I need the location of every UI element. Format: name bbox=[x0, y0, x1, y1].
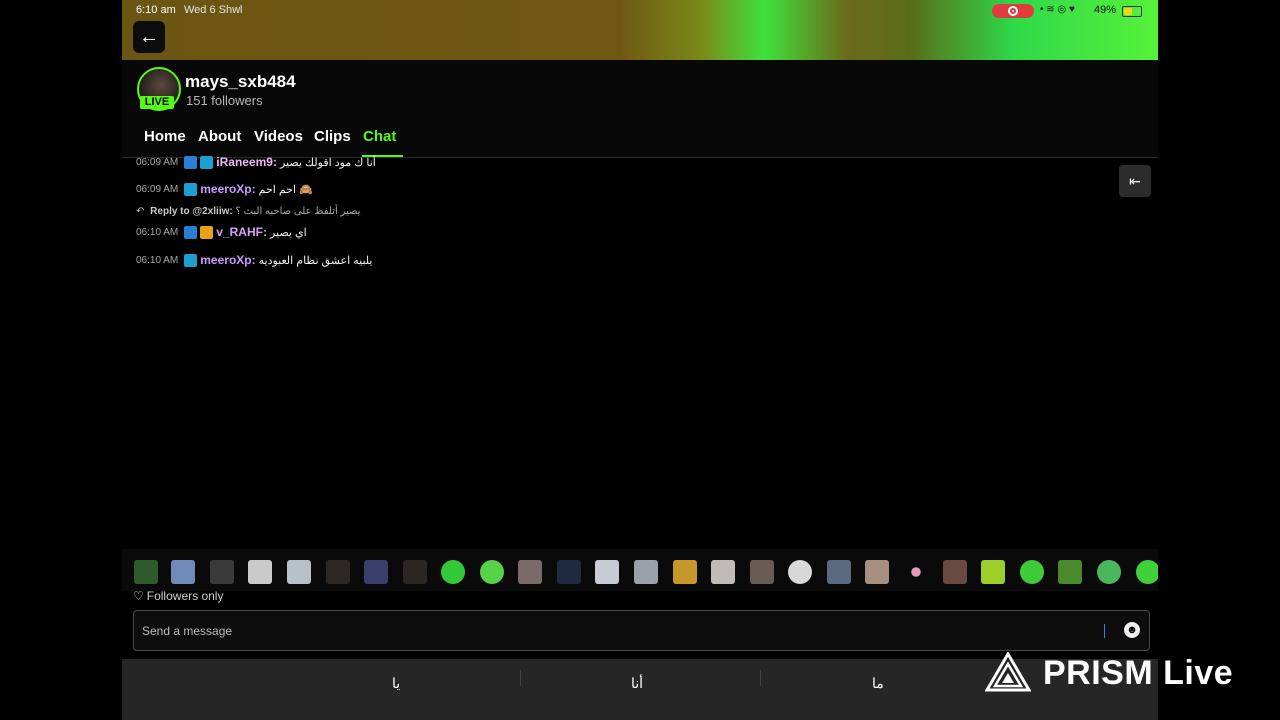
live-badge: LIVE bbox=[140, 96, 174, 109]
emote[interactable] bbox=[943, 560, 967, 584]
suggestion-2[interactable]: أنا bbox=[631, 675, 643, 692]
emote[interactable] bbox=[634, 560, 658, 584]
message-text: أنا ك مود اقولك يصير bbox=[279, 156, 376, 169]
input-placeholder: Send a message bbox=[142, 624, 233, 638]
emote[interactable] bbox=[673, 560, 697, 584]
status-bar: 6:10 am Wed 6 Shwl • ≋ ◎ ♥ 49% bbox=[136, 4, 1146, 18]
reply-prefix: Reply to @2xliiw: bbox=[150, 206, 233, 217]
emote[interactable] bbox=[1020, 560, 1044, 584]
divider bbox=[520, 670, 521, 686]
follower-count: 151 followers bbox=[186, 93, 263, 108]
message-time: 06:10 AM bbox=[136, 226, 179, 238]
reply-icon: ↶ bbox=[136, 206, 145, 217]
watermark-text: PRISM Live bbox=[1043, 654, 1234, 692]
emote[interactable] bbox=[287, 560, 311, 584]
status-time: 6:10 am bbox=[136, 4, 176, 16]
divider bbox=[760, 670, 761, 686]
text-cursor bbox=[1104, 624, 1105, 638]
message-text: اي يصير bbox=[269, 226, 307, 239]
chat-message: 06:10 AM v_RAHF: اي يصير bbox=[136, 224, 307, 240]
emote[interactable] bbox=[827, 560, 851, 584]
emoji-picker-icon[interactable]: ☻ bbox=[1124, 622, 1140, 638]
followers-only-notice: ♡ Followers only bbox=[133, 589, 223, 603]
moderator-badge-icon bbox=[184, 225, 198, 239]
wifi-icon: • ≋ ◎ ♥ bbox=[1040, 4, 1075, 15]
emote[interactable] bbox=[865, 560, 889, 584]
message-text: يلبيه اعشق نظام العبوديه bbox=[258, 254, 373, 267]
message-time: 06:09 AM bbox=[136, 183, 179, 195]
subscriber-badge-icon bbox=[200, 155, 214, 169]
emote[interactable] bbox=[1097, 560, 1121, 584]
reply-text: يصير أتلفظ على صاحبه البث ؟ bbox=[235, 206, 361, 217]
emote[interactable] bbox=[210, 560, 234, 584]
emote-bar bbox=[122, 549, 1158, 591]
channel-username[interactable]: mays_sxb484 bbox=[185, 72, 296, 92]
channel-header: LIVE mays_sxb484 151 followers Home Abou… bbox=[122, 60, 1158, 158]
status-date: Wed 6 Shwl bbox=[184, 4, 243, 16]
emote[interactable] bbox=[1136, 560, 1158, 584]
reply-context[interactable]: ↶ Reply to @2xliiw: يصير أتلفظ على صاحبه… bbox=[136, 206, 361, 217]
message-text: احم احم 🙈 bbox=[258, 183, 313, 196]
chat-feed: 06:09 AM iRaneem9: أنا ك مود اقولك يصير … bbox=[136, 155, 1096, 538]
emote[interactable] bbox=[171, 560, 195, 584]
message-username[interactable]: iRaneem9: bbox=[216, 155, 277, 169]
chat-message: 06:10 AM meeroXp: يلبيه اعشق نظام العبود… bbox=[136, 252, 372, 268]
moderator-badge-icon bbox=[184, 155, 198, 169]
followers-only-label: Followers only bbox=[146, 589, 224, 603]
emote[interactable] bbox=[750, 560, 774, 584]
heart-icon: ♡ bbox=[133, 589, 144, 603]
collapse-chat-button[interactable]: ⇤ bbox=[1119, 165, 1151, 197]
emote[interactable] bbox=[326, 560, 350, 584]
message-username[interactable]: meeroXp: bbox=[200, 182, 255, 196]
back-arrow-icon: ← bbox=[139, 25, 159, 48]
emote[interactable] bbox=[480, 560, 504, 584]
emote[interactable] bbox=[595, 560, 619, 584]
emote[interactable] bbox=[403, 560, 427, 584]
prism-logo-icon bbox=[985, 652, 1031, 692]
emote[interactable] bbox=[981, 560, 1005, 584]
message-time: 06:10 AM bbox=[136, 254, 179, 266]
app-screen: 6:10 am Wed 6 Shwl • ≋ ◎ ♥ 49% ← LIVE ma… bbox=[122, 0, 1158, 720]
tab-about[interactable]: About bbox=[198, 128, 241, 145]
tab-home[interactable]: Home bbox=[144, 128, 186, 145]
tab-clips[interactable]: Clips bbox=[314, 128, 351, 145]
chat-message: 06:09 AM meeroXp: احم احم 🙈 bbox=[136, 181, 313, 197]
chat-message: 06:09 AM iRaneem9: أنا ك مود اقولك يصير bbox=[136, 154, 376, 170]
battery-percent: 49% bbox=[1094, 4, 1117, 16]
chat-message-input[interactable]: Send a message ☻ bbox=[133, 610, 1150, 651]
tab-chat[interactable]: Chat bbox=[363, 128, 396, 145]
battery-icon bbox=[1122, 6, 1142, 17]
message-username[interactable]: meeroXp: bbox=[200, 253, 255, 267]
back-button[interactable]: ← bbox=[133, 21, 165, 53]
emote[interactable] bbox=[134, 560, 158, 584]
message-time: 06:09 AM bbox=[136, 156, 179, 168]
subscriber-badge-icon bbox=[184, 182, 198, 196]
emote[interactable] bbox=[441, 560, 465, 584]
tab-videos[interactable]: Videos bbox=[254, 128, 303, 145]
suggestion-1[interactable]: يا bbox=[392, 675, 400, 692]
emote[interactable] bbox=[788, 560, 812, 584]
suggestion-3[interactable]: ما bbox=[872, 675, 884, 692]
emote[interactable] bbox=[557, 560, 581, 584]
emote[interactable] bbox=[364, 560, 388, 584]
emote[interactable] bbox=[911, 567, 921, 577]
screen-record-indicator bbox=[992, 4, 1034, 18]
emote[interactable] bbox=[248, 560, 272, 584]
subscriber-badge-icon bbox=[184, 253, 198, 267]
message-username[interactable]: v_RAHF: bbox=[216, 225, 267, 239]
crown-badge-icon bbox=[200, 225, 214, 239]
prism-live-watermark: PRISM Live bbox=[985, 650, 1255, 700]
emote[interactable] bbox=[711, 560, 735, 584]
emote[interactable] bbox=[518, 560, 542, 584]
collapse-icon: ⇤ bbox=[1129, 172, 1141, 189]
emote[interactable] bbox=[1058, 560, 1082, 584]
